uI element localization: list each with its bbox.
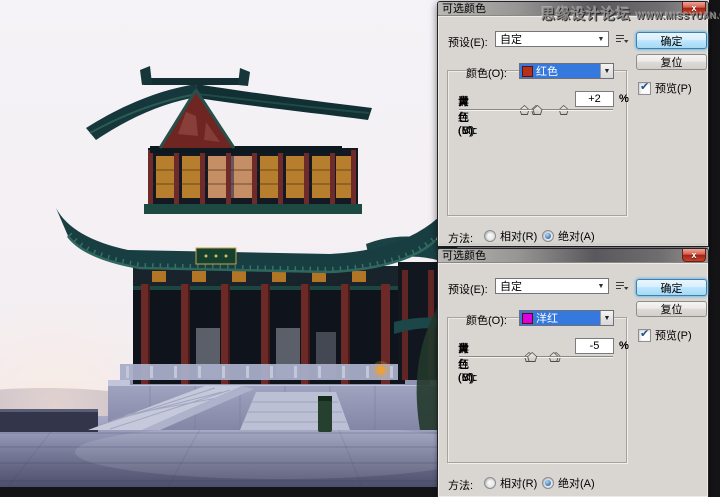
preview-label: 预览(P) (655, 327, 692, 343)
color-label: 颜色(O): (466, 65, 507, 81)
channel-label: 黑色(B): (458, 93, 476, 137)
preset-label: 预设(E): (448, 34, 488, 50)
radio-button[interactable] (484, 477, 496, 489)
channel-value-input[interactable] (575, 338, 614, 354)
checkbox-box[interactable]: ✔ (638, 82, 651, 95)
radio-button[interactable] (484, 230, 496, 242)
slider-track[interactable] (459, 109, 613, 111)
dialog-body: 预设(E): 自定 ▼ 确定 复位 ✔ 预览(P) 颜色(O): 洋红 (438, 263, 708, 497)
color-value: 洋红 (536, 310, 558, 326)
color-combo-arrow-button[interactable]: ▼ (600, 64, 613, 78)
radio-button[interactable] (542, 477, 554, 489)
photoshop-workspace: 可选颜色 x 预设(E): 自定 ▼ 确定 复位 ✔ 预览(P) 颜色(O): (0, 0, 720, 497)
check-icon: ✔ (640, 80, 649, 93)
color-swatch (522, 66, 533, 77)
method-row: 方法: 相对(R) 绝对(A) (438, 228, 708, 246)
color-row: 颜色(O): 红色 ▼ (438, 56, 708, 74)
preview-checkbox[interactable]: ✔ 预览(P) (638, 327, 692, 343)
ok-button[interactable]: 确定 (636, 32, 707, 49)
color-swatch (522, 313, 533, 324)
checkbox-box[interactable]: ✔ (638, 329, 651, 342)
radio-label: 绝对(A) (558, 475, 595, 491)
close-icon: x (691, 3, 696, 13)
channel-value-input[interactable] (575, 91, 614, 107)
preview-checkbox[interactable]: ✔ 预览(P) (638, 80, 692, 96)
preview-label: 预览(P) (655, 80, 692, 96)
method-radio-absolute[interactable]: 绝对(A) (542, 228, 595, 244)
preset-value: 自定 (496, 278, 594, 294)
color-combobox[interactable]: 红色 ▼ (519, 63, 614, 79)
method-label: 方法: (448, 477, 473, 493)
chevron-down-icon: ▼ (604, 68, 611, 75)
preset-value: 自定 (496, 31, 594, 47)
preset-options-button[interactable] (615, 280, 629, 292)
close-button[interactable]: x (682, 2, 706, 15)
radio-button[interactable] (542, 230, 554, 242)
method-radio-relative[interactable]: 相对(R) (484, 228, 537, 244)
color-value: 红色 (536, 63, 558, 79)
dialog-title: 可选颜色 (438, 3, 486, 15)
color-selection: 红色 (520, 64, 600, 78)
close-icon: x (691, 250, 696, 260)
method-radio-relative[interactable]: 相对(R) (484, 475, 537, 491)
dialog-title: 可选颜色 (438, 250, 486, 262)
check-icon: ✔ (640, 327, 649, 340)
color-row: 颜色(O): 洋红 ▼ (438, 303, 708, 321)
chevron-down-icon: ▼ (594, 36, 608, 43)
slider-track[interactable] (459, 356, 613, 358)
dialog-titlebar[interactable]: 可选颜色 x (438, 249, 708, 263)
channel-unit: % (619, 93, 629, 105)
chevron-down-icon: ▼ (604, 315, 611, 322)
preset-options-icon (615, 33, 629, 45)
ok-button[interactable]: 确定 (636, 279, 707, 296)
color-combo-arrow-button[interactable]: ▼ (600, 311, 613, 325)
close-button[interactable]: x (682, 249, 706, 262)
method-label: 方法: (448, 230, 473, 246)
radio-label: 相对(R) (500, 475, 537, 491)
radio-label: 绝对(A) (558, 228, 595, 244)
selective-color-dialog-1: 可选颜色 x 预设(E): 自定 ▼ 确定 复位 ✔ 预览(P) 颜色(O): (437, 1, 709, 247)
preset-options-button[interactable] (615, 33, 629, 45)
color-label: 颜色(O): (466, 312, 507, 328)
preset-options-icon (615, 280, 629, 292)
radio-label: 相对(R) (500, 228, 537, 244)
color-combobox[interactable]: 洋红 ▼ (519, 310, 614, 326)
channel-label: 黑色(B): (458, 340, 476, 384)
channel-unit: % (619, 340, 629, 352)
preset-dropdown[interactable]: 自定 ▼ (495, 278, 609, 294)
color-selection: 洋红 (520, 311, 600, 325)
method-radio-absolute[interactable]: 绝对(A) (542, 475, 595, 491)
preset-label: 预设(E): (448, 281, 488, 297)
selective-color-dialog-2: 可选颜色 x 预设(E): 自定 ▼ 确定 复位 ✔ 预览(P) 颜色(O): (437, 248, 709, 497)
dialog-titlebar[interactable]: 可选颜色 x (438, 2, 708, 16)
preset-dropdown[interactable]: 自定 ▼ (495, 31, 609, 47)
chevron-down-icon: ▼ (594, 283, 608, 290)
method-row: 方法: 相对(R) 绝对(A) (438, 475, 708, 493)
dialog-body: 预设(E): 自定 ▼ 确定 复位 ✔ 预览(P) 颜色(O): 红色 (438, 16, 708, 246)
